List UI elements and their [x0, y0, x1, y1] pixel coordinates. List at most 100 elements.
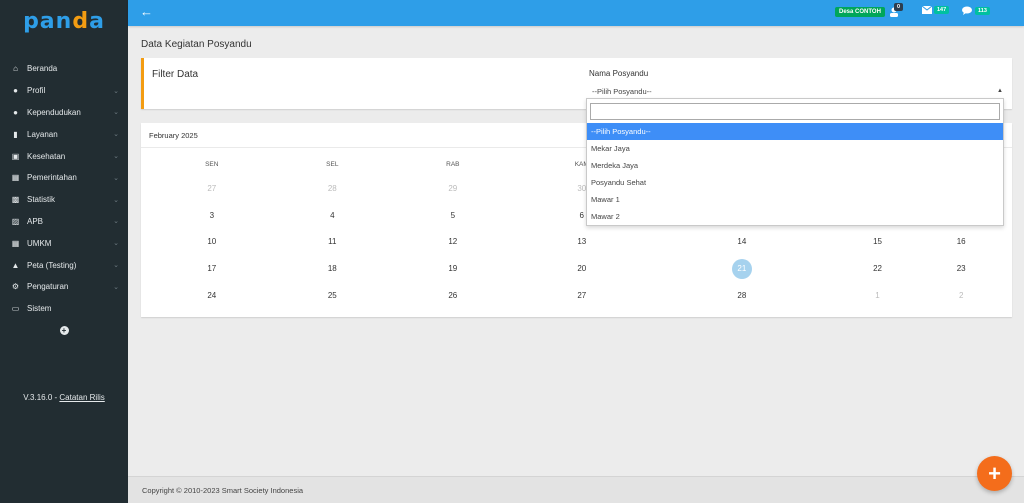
users-icon: ● [13, 107, 18, 117]
calendar-day-number: 21 [731, 258, 752, 279]
calendar-week-row: 24 25 26 27 28 1 2 [149, 282, 1003, 309]
logo[interactable]: panda [0, 0, 128, 42]
medkit-icon: ▣ [11, 151, 20, 161]
sidebar-item-pengaturan[interactable]: ⚙ Pengaturan ⌄ [0, 276, 128, 298]
calendar-day-number: 13 [577, 237, 587, 247]
dropdown-option[interactable]: Posyandu Sehat [587, 174, 1003, 191]
calendar-day[interactable]: 12 [390, 229, 516, 256]
calendar-day[interactable]: 18 [275, 255, 390, 282]
chevron-down-icon: ⌄ [113, 262, 119, 270]
notification-button[interactable]: 0 [888, 3, 904, 18]
calendar-day[interactable]: 27 [149, 175, 275, 202]
add-fab-button[interactable]: + [977, 456, 1012, 491]
sidebar-item-beranda[interactable]: ⌂ Beranda [0, 58, 128, 80]
calendar-day[interactable]: 19 [390, 255, 516, 282]
calendar-day[interactable]: 29 [390, 175, 516, 202]
weekday-header: SEN [205, 160, 219, 168]
posyandu-select-value: --Pilih Posyandu-- [592, 87, 652, 96]
sidebar-item-umkm[interactable]: ▦ UMKM ⌄ [0, 232, 128, 254]
chevron-down-icon: ⌄ [113, 87, 119, 95]
calendar-day-number: 28 [327, 183, 337, 193]
calendar-day[interactable]: 20 [516, 255, 648, 282]
comments-icon [962, 6, 972, 15]
calendar-day[interactable]: 25 [275, 282, 390, 309]
sidebar-item-peta-testing[interactable]: ▲ Peta (Testing) ⌄ [0, 254, 128, 276]
chevron-down-icon: ⌄ [113, 196, 119, 204]
dropdown-option[interactable]: Mawar 1 [587, 191, 1003, 208]
weekday-header: RAB [446, 160, 460, 168]
calendar-day[interactable]: 11 [275, 229, 390, 256]
dropdown-option[interactable]: Mawar 2 [587, 208, 1003, 225]
calendar-day[interactable]: 28 [648, 282, 836, 309]
sidebar-item-layanan[interactable]: ▮ Layanan ⌄ [0, 123, 128, 145]
sidebar-item-statistik[interactable]: ▩ Statistik ⌄ [0, 189, 128, 211]
sidebar-item-kesehatan[interactable]: ▣ Kesehatan ⌄ [0, 145, 128, 167]
calendar-day[interactable]: 23 [919, 255, 1003, 282]
chevron-down-icon: ⌄ [113, 131, 119, 139]
sidebar-menu: ⌂ Beranda ● Profil ⌄ ● Kependudukan ⌄ ▮ Layanan ⌄ ▣… [0, 58, 128, 320]
topbar: ← Desa CONTOH 0 147 113 [128, 0, 1024, 26]
bar-chart-icon: ▩ [11, 195, 20, 205]
sidebar-item-profil[interactable]: ● Profil ⌄ [0, 80, 128, 102]
sidebar-item-pemerintahan[interactable]: ▦ Pemerintahan ⌄ [0, 167, 128, 189]
add-menu[interactable]: + [0, 325, 128, 335]
calendar-day-number: 16 [956, 237, 966, 247]
calendar-day[interactable]: 16 [919, 229, 1003, 256]
calendar-day-number: 5 [450, 210, 456, 220]
copyright-text: Copyright © 2010-2023 Smart Society Indo… [142, 485, 304, 495]
calendar-day-number: 23 [956, 264, 966, 274]
calendar-day[interactable]: 2 [919, 282, 1003, 309]
calendar-day-number: 20 [577, 264, 587, 274]
calendar-day[interactable]: 28 [275, 175, 390, 202]
sidebar-item-label: Kesehatan [27, 151, 66, 161]
calendar-day[interactable]: 3 [149, 202, 275, 229]
dropdown-option[interactable]: --Pilih Posyandu-- [587, 123, 1003, 140]
calendar-day[interactable]: 15 [836, 229, 920, 256]
chat-button[interactable]: 113 [962, 6, 990, 15]
calendar-day[interactable]: 13 [516, 229, 648, 256]
plus-icon: + [988, 460, 1001, 486]
calendar-day-number: 19 [448, 264, 458, 274]
chevron-down-icon: ⌄ [113, 283, 119, 291]
sidebar-item-label: Profil [27, 86, 46, 96]
chevron-down-icon: ⌄ [113, 174, 119, 182]
calendar-week-row: 10 11 12 13 14 15 16 [149, 229, 1003, 256]
mail-button[interactable]: 147 [922, 6, 950, 14]
back-arrow-icon[interactable]: ← [140, 5, 153, 19]
dropdown-search-input[interactable] [590, 103, 1000, 120]
sidebar-item-apb[interactable]: ▨ APB ⌄ [0, 211, 128, 233]
chevron-down-icon: ⌄ [113, 240, 119, 248]
calendar-day[interactable]: 1 [836, 282, 920, 309]
calendar-day[interactable]: 17 [149, 255, 275, 282]
sidebar: panda ⌂ Beranda ● Profil ⌄ ● Kependudukan ⌄ ▮ Lay… [0, 0, 128, 503]
calendar-day-number: 4 [330, 210, 335, 220]
calendar-day[interactable]: 27 [516, 282, 648, 309]
logo-text: panda [23, 8, 105, 34]
calendar-day[interactable]: 10 [149, 229, 275, 256]
calendar-day[interactable]: 22 [836, 255, 920, 282]
version-info: V.3.16.0 - Catatan Rilis [0, 393, 128, 402]
dropdown-option[interactable]: Merdeka Jaya [587, 157, 1003, 174]
posyandu-field-label: Nama Posyandu [589, 69, 649, 78]
weekday-header: SEL [326, 160, 339, 168]
sidebar-item-kependudukan[interactable]: ● Kependudukan ⌄ [0, 102, 128, 124]
desa-badge[interactable]: Desa CONTOH [835, 7, 885, 17]
sidebar-item-label: Pengaturan [27, 282, 69, 292]
release-notes-link[interactable]: Catatan Rilis [59, 393, 104, 402]
chevron-down-icon: ⌄ [113, 109, 119, 117]
sidebar-item-label: UMKM [27, 238, 52, 248]
sidebar-item-label: Layanan [27, 129, 58, 139]
calendar-day-today[interactable]: 21 [648, 255, 836, 282]
sidebar-item-label: APB [27, 216, 44, 226]
calendar-day[interactable]: 14 [648, 229, 836, 256]
calendar-day[interactable]: 4 [275, 202, 390, 229]
caret-up-icon: ▲ [997, 88, 1003, 94]
calendar-day[interactable]: 26 [390, 282, 516, 309]
dropdown-option[interactable]: Mekar Jaya [587, 140, 1003, 157]
calendar-day-number: 29 [448, 183, 458, 193]
calendar-day[interactable]: 24 [149, 282, 275, 309]
sidebar-item-sistem[interactable]: ▭ Sistem [0, 298, 128, 320]
money-icon: ▨ [11, 216, 20, 226]
calendar-day-number: 28 [737, 291, 747, 301]
calendar-day[interactable]: 5 [390, 202, 516, 229]
